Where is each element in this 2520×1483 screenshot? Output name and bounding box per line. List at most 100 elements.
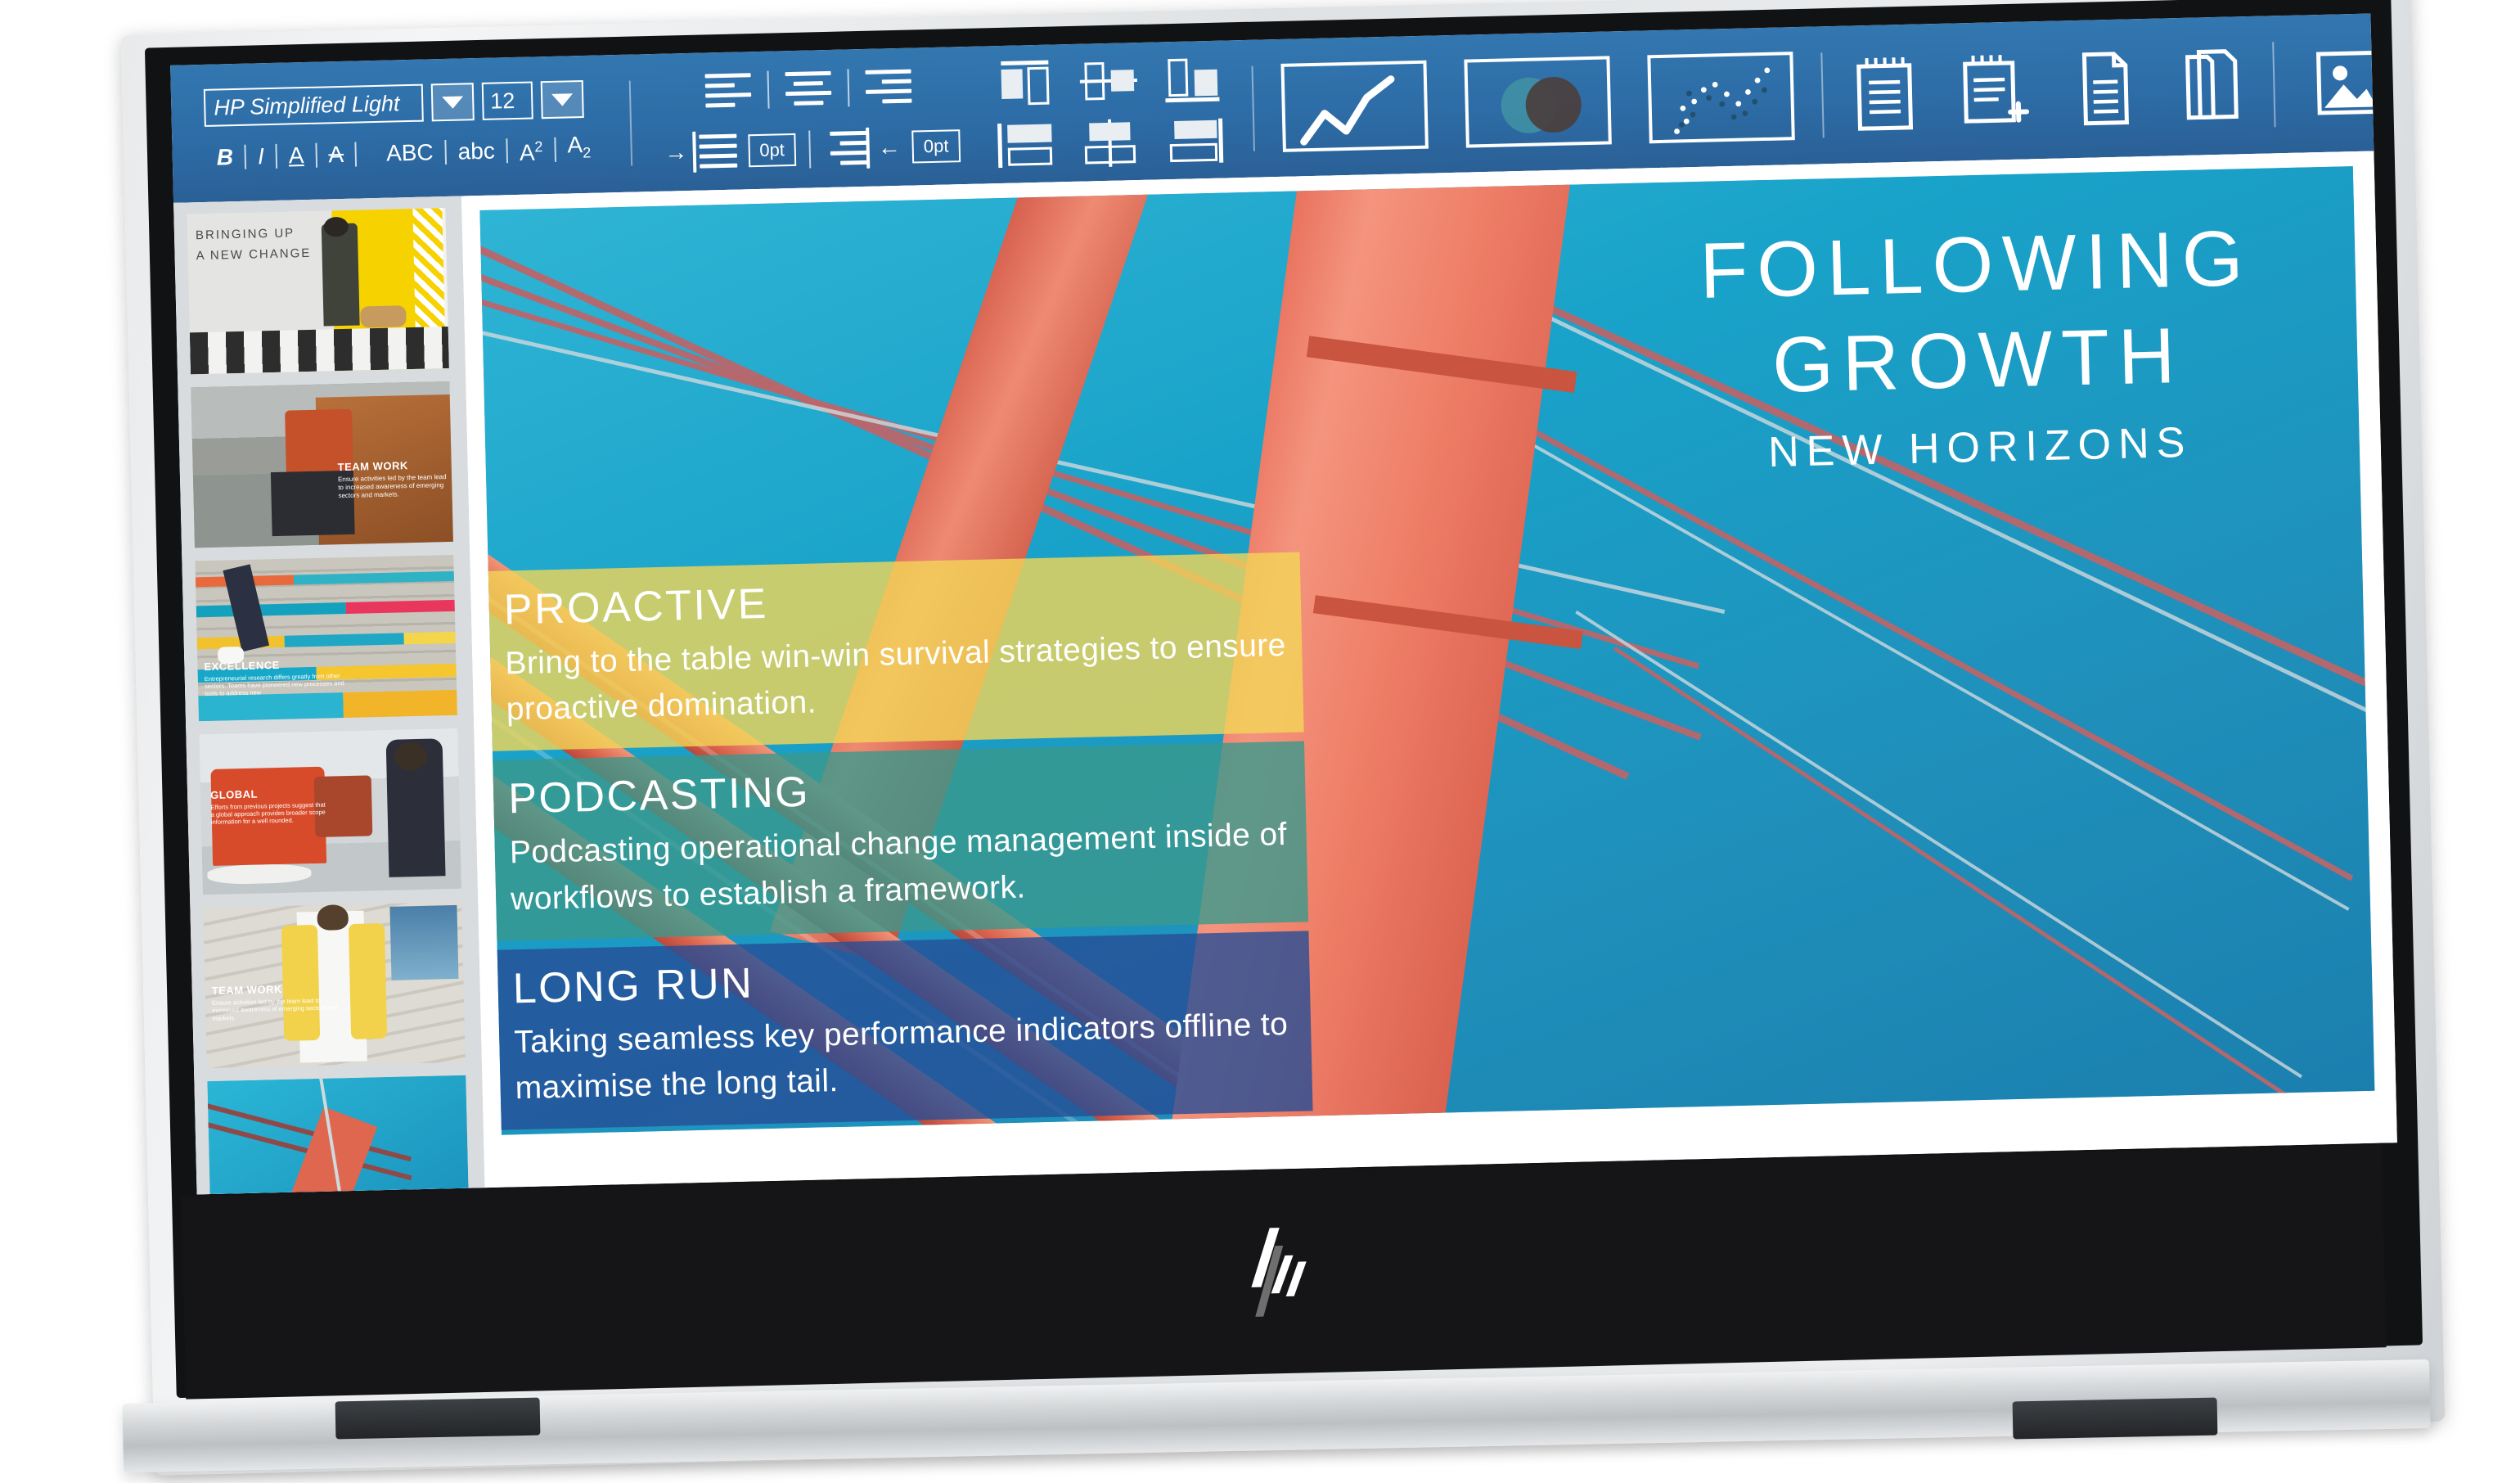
duplicate-page-icon[interactable] — [2174, 44, 2246, 128]
object-align-vertical-row — [994, 55, 1224, 108]
slide-thumbnail-4-caption: GLOBAL Efforts from previous projects su… — [210, 786, 330, 827]
content-block-podcasting[interactable]: PODCASTING Podcasting operational change… — [479, 741, 1309, 941]
indent-decrease-icon[interactable] — [823, 126, 873, 171]
slide-thumbnail-1[interactable]: BRINGING UP A NEW CHANGE — [187, 208, 449, 375]
scatter-plot-icon[interactable] — [1647, 52, 1795, 144]
underline-button[interactable]: A — [277, 140, 316, 172]
insert-chart-group — [1280, 52, 1795, 152]
superscript-button[interactable]: A2 — [507, 131, 555, 169]
document-glyph — [2081, 52, 2129, 126]
toolbar-divider — [628, 80, 632, 166]
object-align-top-icon[interactable] — [994, 58, 1057, 107]
object-align-left-icon[interactable] — [996, 120, 1059, 169]
chevron-down-icon — [442, 96, 464, 109]
toolbar-divider — [2271, 42, 2276, 128]
case-controls: ABC abc A2 A2 — [375, 129, 603, 174]
text-format-row: B I A A ABC abc A2 A2 — [205, 129, 603, 178]
thumb-body: Efforts from previous projects suggest t… — [210, 800, 326, 827]
stand-foot-left — [335, 1397, 541, 1440]
indent-row: → 0pt ← 0pt — [659, 124, 961, 175]
thumb-title: TEAM WORK — [211, 983, 283, 998]
slide-thumbnail-6[interactable] — [207, 1075, 470, 1195]
subscript-index: 2 — [583, 144, 592, 161]
slide-canvas: FOLLOWING GROWTH NEW HORIZONS PROACTIVE … — [461, 151, 2397, 1188]
thumb-body: Entrepreneurial research differs greatly… — [204, 671, 344, 698]
insert-document-group — [1850, 44, 2246, 135]
font-size-dropdown-button[interactable] — [540, 80, 584, 119]
uppercase-button[interactable]: ABC — [375, 137, 445, 169]
superscript-exponent: 2 — [534, 138, 543, 156]
indent-after-value[interactable]: 0pt — [911, 129, 961, 164]
italic-button[interactable]: I — [246, 141, 277, 173]
font-size-input[interactable]: 12 — [481, 81, 533, 121]
slide-thumbnail-3[interactable]: EXCELLENCE Entrepreneurial research diff… — [195, 554, 457, 722]
divider — [354, 142, 358, 167]
slide-title-line-1: FOLLOWING — [1699, 214, 2253, 315]
content-block-body: Podcasting operational change management… — [509, 817, 1288, 917]
bold-button[interactable]: B — [205, 142, 245, 174]
line-chart-glyph — [1299, 75, 1395, 146]
object-align-horizontal-row — [996, 117, 1226, 170]
align-right-icon[interactable] — [858, 64, 918, 110]
toolbar-divider — [1251, 65, 1255, 151]
slide-thumbnail-2-caption: TEAM WORK Ensure activities led by the t… — [338, 458, 448, 500]
divider — [808, 130, 812, 169]
subscript-button[interactable]: A2 — [556, 129, 603, 169]
font-name-input[interactable]: HP Simplified Light — [203, 83, 424, 128]
document-icon[interactable] — [2066, 47, 2138, 130]
object-align-right-icon[interactable] — [1163, 117, 1226, 166]
font-name-dropdown-button[interactable] — [430, 83, 475, 122]
subscript-base: A — [567, 132, 583, 158]
notepad-add-icon[interactable] — [1958, 49, 2030, 133]
align-left-icon[interactable] — [699, 68, 758, 114]
arrow-left-icon: ← — [877, 133, 902, 160]
notepad-glyph — [1856, 56, 1913, 131]
content-block-body: Bring to the table win-win survival stra… — [504, 627, 1287, 728]
strikethrough-button[interactable]: A — [317, 139, 356, 171]
align-center-icon[interactable] — [779, 66, 839, 112]
editor-workarea: BRINGING UP A NEW CHANGE TEAM WORK Ensur… — [173, 151, 2397, 1195]
slide-thumbnail-5[interactable]: TEAM WORK Ensure activities led by the t… — [203, 901, 466, 1069]
venn-diagram-icon[interactable] — [1464, 56, 1612, 148]
text-align-row — [699, 64, 919, 113]
toolbar-divider — [1820, 52, 1825, 138]
slide-thumbnail-5-caption: TEAM WORK Ensure activities led by the t… — [212, 981, 342, 1022]
notepad-add-glyph — [1962, 55, 2029, 124]
slide-thumbnail-3-caption: EXCELLENCE Entrepreneurial research diff… — [204, 656, 349, 697]
object-align-toolbar-group — [994, 55, 1226, 170]
scatter-plot-glyph — [1673, 67, 1770, 134]
slide-title-line-2: GROWTH — [1771, 311, 2185, 409]
thumb-title: TEAM WORK — [337, 459, 408, 474]
paragraph-toolbar-group: → 0pt ← 0pt — [658, 63, 961, 175]
notepad-icon[interactable] — [1850, 52, 1922, 135]
object-align-bottom-icon[interactable] — [1161, 55, 1224, 104]
divider — [767, 70, 770, 109]
font-toolbar-group: HP Simplified Light 12 B I A A ABC abc A… — [203, 80, 603, 178]
lowercase-button[interactable]: abc — [446, 135, 506, 168]
active-slide[interactable]: FOLLOWING GROWTH NEW HORIZONS PROACTIVE … — [479, 166, 2375, 1135]
stand-foot-right — [2012, 1397, 2218, 1440]
superscript-base: A — [519, 140, 535, 166]
line-chart-icon[interactable] — [1280, 60, 1429, 152]
slide-thumbnail-2[interactable]: TEAM WORK Ensure activities led by the t… — [191, 381, 453, 548]
object-align-center-icon[interactable] — [1079, 119, 1142, 168]
content-block-body: Taking seamless key performance indicato… — [513, 1007, 1289, 1107]
object-align-middle-icon[interactable] — [1078, 56, 1141, 106]
content-block-proactive[interactable]: PROACTIVE Bring to the table win-win sur… — [479, 552, 1304, 752]
slide-thumbnail-panel[interactable]: BRINGING UP A NEW CHANGE TEAM WORK Ensur… — [173, 196, 485, 1195]
thumb-title: BRINGING UP — [195, 226, 295, 243]
indent-increase-icon[interactable] — [691, 128, 742, 174]
thumb-body: Ensure activities led by the team lead t… — [212, 996, 338, 1022]
hp-logo — [1251, 1228, 1307, 1317]
thumb-body: Ensure activities led by the team lead t… — [337, 473, 447, 500]
slide-thumbnail-4[interactable]: GLOBAL Efforts from previous projects su… — [199, 728, 461, 895]
content-block-long-run[interactable]: LONG RUN Taking seamless key performance… — [482, 931, 1313, 1131]
monitor-screen: HP Simplified Light 12 B I A A ABC abc A… — [170, 13, 2397, 1195]
slide-title-block[interactable]: FOLLOWING GROWTH NEW HORIZONS — [1699, 210, 2257, 479]
slide-thumbnail-1-caption: BRINGING UP A NEW CHANGE — [196, 226, 312, 263]
arrow-right-icon: → — [664, 139, 688, 165]
indent-before-value[interactable]: 0pt — [747, 133, 797, 168]
divider — [847, 69, 850, 107]
duplicate-page-glyph — [2185, 49, 2239, 120]
chevron-down-icon — [551, 93, 574, 106]
